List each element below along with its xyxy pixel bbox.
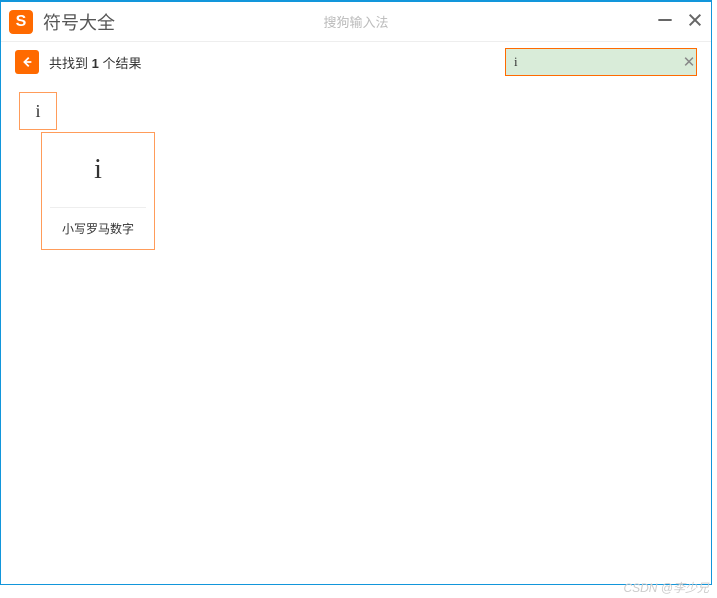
toolbar: 共找到 1 个结果 ✕ [1,42,711,82]
symbol-preview-card[interactable]: i 小写罗马数字 [41,132,155,250]
results-area: i i 小写罗马数字 [1,82,711,260]
results-suffix: 个结果 [99,56,142,71]
watermark: CSDN @李少兄 [623,579,709,596]
app-icon-letter: S [16,13,27,31]
back-arrow-icon [20,55,34,69]
results-count-text: 共找到 1 个结果 [49,53,141,72]
minimize-button[interactable] [657,12,673,28]
search-box: ✕ [505,48,697,76]
back-button[interactable] [15,50,39,74]
app-title: 符号大全 [43,9,115,35]
results-count: 1 [92,56,99,71]
close-button[interactable] [687,12,703,28]
clear-search-button[interactable]: ✕ [682,49,696,75]
symbol-tile-char: i [35,101,40,122]
results-prefix: 共找到 [49,56,92,71]
symbol-preview-label: 小写罗马数字 [42,208,154,249]
close-icon: ✕ [683,53,696,71]
search-input[interactable] [506,54,682,70]
titlebar: S 符号大全 搜狗输入法 [1,2,711,42]
symbol-preview-char: i [42,133,154,207]
app-window: S 符号大全 搜狗输入法 共找到 1 个结果 ✕ i [0,0,712,585]
app-subtitle: 搜狗输入法 [323,12,388,31]
app-icon: S [9,10,33,34]
window-controls [657,12,703,28]
symbol-tile[interactable]: i [19,92,57,130]
